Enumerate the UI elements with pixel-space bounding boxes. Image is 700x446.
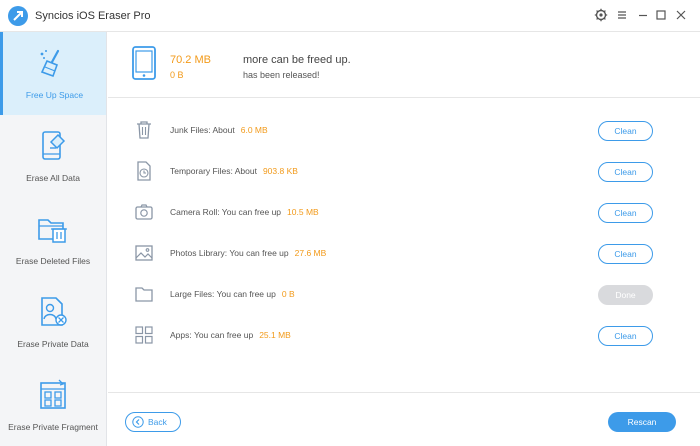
back-label: Back (148, 417, 167, 427)
phone-eraser-icon (36, 129, 70, 163)
clean-button[interactable]: Clean (598, 121, 653, 141)
sidebar-item-label: Erase Private Fragment (8, 422, 98, 432)
maximize-icon[interactable] (654, 8, 668, 22)
sidebar-item-label: Erase All Data (26, 173, 80, 183)
list-item-photos-library: Photos Library: You can free up 27.6 MB C… (108, 233, 700, 274)
clean-button[interactable]: Clean (598, 203, 653, 223)
row-label: Photos Library: You can free up 27.6 MB (170, 248, 327, 258)
folder-icon (134, 284, 154, 304)
row-label: Camera Roll: You can free up 10.5 MB (170, 207, 319, 217)
summary-header: 70.2 MB more can be freed up. 0 B has be… (108, 32, 700, 98)
clean-button[interactable]: Clean (598, 326, 653, 346)
row-value: 0 B (281, 289, 295, 299)
footer: Back Rescan (108, 392, 700, 446)
clean-button[interactable]: Clean (598, 244, 653, 264)
menu-icon[interactable] (615, 8, 629, 22)
row-value: 10.5 MB (287, 207, 319, 217)
folder-trash-icon (36, 212, 70, 246)
done-button[interactable]: Done (598, 285, 653, 305)
list-item-temporary-files: Temporary Files: About 903.8 KB Clean (108, 151, 700, 192)
freeable-size: 70.2 MB (170, 54, 211, 66)
camera-icon (134, 202, 154, 222)
settings-gear-icon[interactable] (594, 8, 608, 22)
trash-icon (134, 120, 154, 140)
rescan-button[interactable]: Rescan (608, 412, 676, 432)
row-value: 27.6 MB (294, 248, 327, 258)
back-button[interactable]: Back (125, 412, 181, 432)
clean-button[interactable]: Clean (598, 162, 653, 182)
row-value: 903.8 KB (262, 166, 298, 176)
list-item-junk-files: Junk Files: About 6.0 MB Clean (108, 110, 700, 151)
private-doc-icon (36, 295, 70, 329)
list-item-large-files: Large Files: You can free up 0 B Done (108, 274, 700, 315)
app-title: Syncios iOS Eraser Pro (35, 10, 151, 22)
row-label: Apps: You can free up 25.1 MB (170, 330, 291, 340)
sidebar-item-erase-private-data[interactable]: Erase Private Data (0, 281, 106, 364)
apps-grid-icon (134, 325, 154, 345)
freeable-text: more can be freed up. (243, 54, 351, 66)
sidebar-item-label: Erase Private Data (17, 339, 89, 349)
list-item-camera-roll: Camera Roll: You can free up 10.5 MB Clea… (108, 192, 700, 233)
device-tablet-icon (132, 46, 156, 80)
sidebar-item-erase-deleted-files[interactable]: Erase Deleted Files (0, 198, 106, 281)
released-size: 0 B (170, 70, 184, 80)
back-arrow-icon (132, 416, 144, 428)
sidebar-item-erase-all-data[interactable]: Erase All Data (0, 115, 106, 198)
clock-file-icon (134, 161, 154, 181)
broom-icon (36, 46, 70, 80)
photo-icon (134, 243, 154, 263)
sidebar: Free Up Space Erase All Data Erase Delet… (0, 32, 107, 446)
sidebar-item-free-up-space[interactable]: Free Up Space (0, 32, 106, 115)
list-item-apps: Apps: You can free up 25.1 MB Clean (108, 315, 700, 356)
row-label: Junk Files: About 6.0 MB (170, 125, 268, 135)
sidebar-item-erase-private-fragment[interactable]: Erase Private Fragment (0, 364, 106, 446)
released-text: has been released! (243, 70, 320, 80)
close-icon[interactable] (674, 8, 688, 22)
app-logo (8, 6, 28, 26)
row-value: 25.1 MB (259, 330, 291, 340)
row-value: 6.0 MB (240, 125, 268, 135)
title-bar: Syncios iOS Eraser Pro (0, 0, 700, 32)
sidebar-item-label: Free Up Space (25, 90, 84, 100)
sidebar-item-label: Erase Deleted Files (15, 256, 91, 266)
row-label: Large Files: You can free up 0 B (170, 289, 295, 299)
fragment-app-icon (36, 378, 70, 412)
row-label: Temporary Files: About 903.8 KB (170, 166, 298, 176)
minimize-icon[interactable] (636, 8, 650, 22)
